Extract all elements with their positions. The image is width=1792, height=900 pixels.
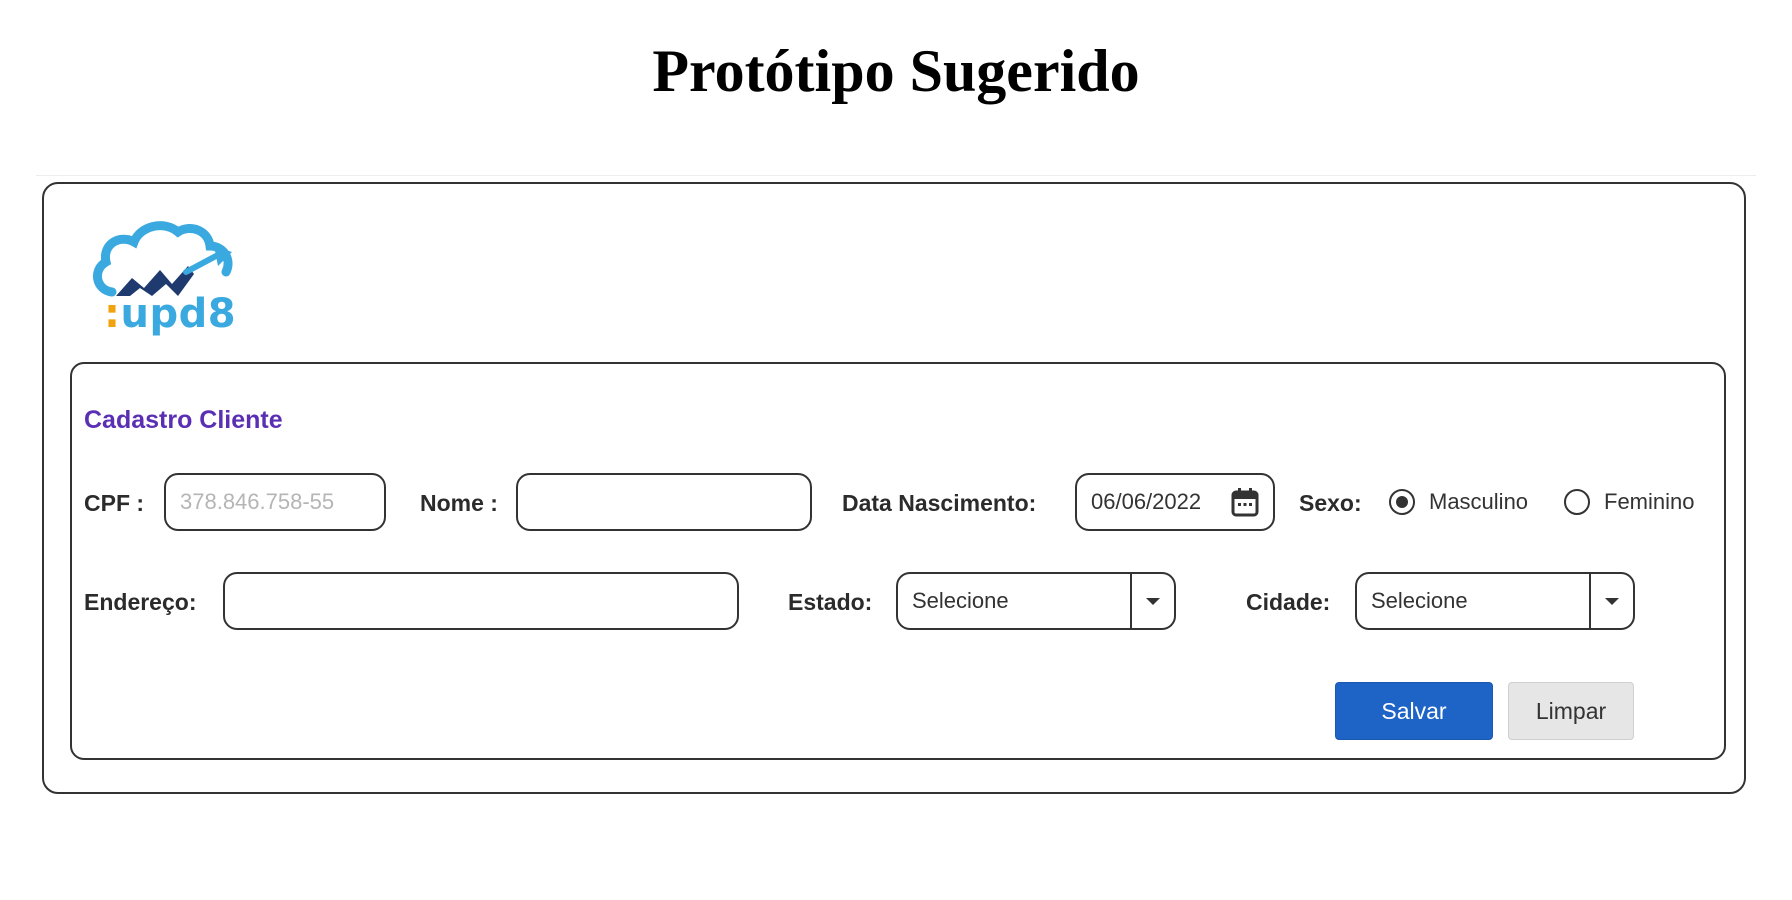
sexo-feminino-option[interactable]: Feminino <box>1564 489 1694 515</box>
cidade-select[interactable]: Selecione <box>1355 572 1635 630</box>
top-divider <box>36 175 1756 176</box>
cidade-dropdown-arrow[interactable] <box>1589 574 1633 628</box>
radio-selected-dot <box>1396 496 1408 508</box>
form-title: Cadastro Cliente <box>84 406 283 434</box>
endereco-label: Endereço: <box>84 589 197 615</box>
sexo-label: Sexo: <box>1299 490 1362 516</box>
radio-masculino[interactable] <box>1389 489 1415 515</box>
dropdown-arrow-icon <box>1146 597 1160 605</box>
estado-label: Estado: <box>788 589 873 615</box>
cidade-selected: Selecione <box>1371 588 1468 613</box>
calendar-icon[interactable] <box>1231 487 1259 517</box>
logo-text: upd8 <box>120 291 237 337</box>
cpf-input[interactable]: 378.846.758-55 <box>164 473 386 531</box>
upd8-logo: :upd8 <box>90 214 240 346</box>
cpf-placeholder: 378.846.758-55 <box>180 489 335 514</box>
estado-selected: Selecione <box>912 588 1009 613</box>
data-nascimento-value: 06/06/2022 <box>1091 489 1202 514</box>
radio-feminino-label: Feminino <box>1604 489 1695 514</box>
cpf-label: CPF : <box>84 490 145 516</box>
sexo-masculino-option[interactable]: Masculino <box>1389 489 1528 515</box>
logo-wordmark: :upd8 <box>104 290 236 338</box>
dropdown-arrow-icon <box>1605 597 1619 605</box>
radio-masculino-label: Masculino <box>1429 489 1529 514</box>
logo-colon: : <box>104 291 121 337</box>
estado-dropdown-arrow[interactable] <box>1130 574 1174 628</box>
data-nascimento-input[interactable]: 06/06/2022 <box>1075 473 1275 531</box>
save-button[interactable]: Salvar <box>1335 682 1493 740</box>
clear-button[interactable]: Limpar <box>1508 682 1634 740</box>
cidade-label: Cidade: <box>1246 589 1331 615</box>
radio-feminino[interactable] <box>1564 489 1590 515</box>
page-title: Protótipo Sugerido <box>652 38 1140 104</box>
estado-select[interactable]: Selecione <box>896 572 1176 630</box>
endereco-input[interactable] <box>223 572 739 630</box>
nome-label: Nome : <box>420 490 498 516</box>
nome-input[interactable] <box>516 473 812 531</box>
data-nascimento-label: Data Nascimento: <box>842 490 1037 516</box>
